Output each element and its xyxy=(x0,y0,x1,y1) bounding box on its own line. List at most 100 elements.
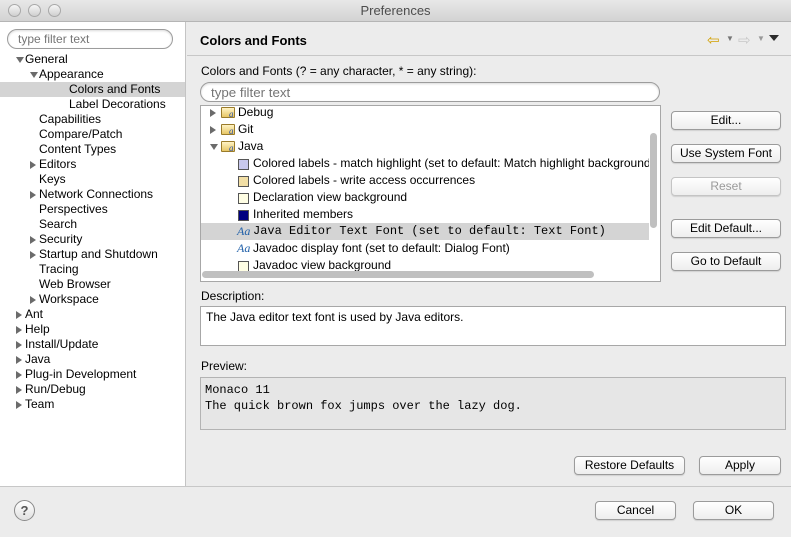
tree-item-appearance[interactable]: Appearance xyxy=(0,67,185,82)
help-icon[interactable]: ? xyxy=(14,500,35,521)
tree-horizontal-scrollbar[interactable] xyxy=(202,271,594,278)
tree-item-keys[interactable]: Keys xyxy=(0,172,185,187)
color-font-item-label: Declaration view background xyxy=(253,190,408,204)
edit-default-button[interactable]: Edit Default... xyxy=(671,219,781,238)
edit-button[interactable]: Edit... xyxy=(671,111,781,130)
tree-item-compare-patch[interactable]: Compare/Patch xyxy=(0,127,185,142)
tree-item-editors[interactable]: Editors xyxy=(0,157,185,172)
expand-closed-icon[interactable] xyxy=(30,191,36,199)
expand-closed-icon[interactable] xyxy=(16,326,22,334)
expand-closed-icon[interactable] xyxy=(30,251,36,259)
expand-closed-icon[interactable] xyxy=(16,356,22,364)
color-font-item[interactable]: Aa Javadoc display font (set to default: … xyxy=(201,240,649,257)
header-divider xyxy=(187,55,791,56)
restore-defaults-button[interactable]: Restore Defaults xyxy=(574,456,685,475)
expand-closed-icon[interactable] xyxy=(16,401,22,409)
color-font-item[interactable]: Colored labels - write access occurrence… xyxy=(201,172,649,189)
tree-item-label: Workspace xyxy=(39,292,99,306)
tree-item-label: Startup and Shutdown xyxy=(39,247,158,261)
color-font-item-label: Javadoc display font (set to default: Di… xyxy=(253,241,510,255)
expand-closed-icon[interactable] xyxy=(210,109,216,117)
expand-closed-icon[interactable] xyxy=(210,126,216,134)
tree-item-security[interactable]: Security xyxy=(0,232,185,247)
color-font-item[interactable]: a Debug xyxy=(201,105,649,121)
tree-vertical-scrollbar[interactable] xyxy=(650,133,657,228)
tree-item-label: Team xyxy=(25,397,55,411)
tree-item-label: Search xyxy=(39,217,78,231)
use-system-font-button[interactable]: Use System Font xyxy=(671,144,781,163)
back-history-dropdown-icon[interactable]: ▼ xyxy=(726,34,734,43)
tree-item-install-update[interactable]: Install/Update xyxy=(0,337,185,352)
expand-closed-icon[interactable] xyxy=(30,161,36,169)
back-arrow-icon[interactable]: ⇦ xyxy=(707,31,720,49)
tree-item-label: Perspectives xyxy=(39,202,108,216)
tree-item-label: Ant xyxy=(25,307,44,321)
tree-item-colors-and-fonts[interactable]: Colors and Fonts xyxy=(0,82,185,97)
tree-item-general[interactable]: General xyxy=(0,52,185,67)
expand-closed-icon[interactable] xyxy=(16,371,22,379)
forward-arrow-icon[interactable]: ⇨ xyxy=(738,31,751,49)
expand-open-icon[interactable] xyxy=(210,144,218,150)
tree-item-label: Colors and Fonts xyxy=(69,82,161,96)
expand-closed-icon[interactable] xyxy=(16,386,22,394)
expand-closed-icon[interactable] xyxy=(16,311,22,319)
tree-item-label: Label Decorations xyxy=(69,97,166,111)
tree-item-web-browser[interactable]: Web Browser xyxy=(0,277,185,292)
cancel-button[interactable]: Cancel xyxy=(595,501,676,520)
color-font-item[interactable]: a Git xyxy=(201,121,649,138)
tree-item-label: Editors xyxy=(39,157,77,171)
apply-button[interactable]: Apply xyxy=(699,456,781,475)
color-font-item-label: Java xyxy=(238,139,264,153)
color-swatch-icon xyxy=(238,159,249,170)
description-label: Description: xyxy=(201,289,265,303)
tree-item-java[interactable]: Java xyxy=(0,352,185,367)
forward-history-dropdown-icon[interactable]: ▼ xyxy=(757,34,765,43)
expand-closed-icon[interactable] xyxy=(30,296,36,304)
reset-button[interactable]: Reset xyxy=(671,177,781,196)
tree-item-label: Capabilities xyxy=(39,112,102,126)
tree-item-label: Network Connections xyxy=(39,187,154,201)
nav-filter-input[interactable] xyxy=(7,29,173,49)
colors-fonts-filter-input[interactable] xyxy=(200,82,660,102)
expand-closed-icon[interactable] xyxy=(30,236,36,244)
tree-item-capabilities[interactable]: Capabilities xyxy=(0,112,185,127)
view-menu-icon[interactable] xyxy=(769,35,779,41)
color-font-item-label: Colored labels - write access occurrence… xyxy=(253,173,476,187)
expand-closed-icon[interactable] xyxy=(16,341,22,349)
color-font-item-label: Colored labels - match highlight (set to… xyxy=(253,156,649,170)
font-icon: Aa xyxy=(237,241,251,255)
go-to-default-button[interactable]: Go to Default xyxy=(671,252,781,271)
color-font-item[interactable]: a Java xyxy=(201,138,649,155)
preview-font-name: Monaco 11 xyxy=(205,383,270,397)
tree-item-search[interactable]: Search xyxy=(0,217,185,232)
tree-item-help[interactable]: Help xyxy=(0,322,185,337)
colors-fonts-filter-label: Colors and Fonts (? = any character, * =… xyxy=(201,64,477,78)
tree-item-startup-and-shutdown[interactable]: Startup and Shutdown xyxy=(0,247,185,262)
tree-item-plug-in-development[interactable]: Plug-in Development xyxy=(0,367,185,382)
tree-item-label: Install/Update xyxy=(25,337,99,351)
tree-item-tracing[interactable]: Tracing xyxy=(0,262,185,277)
tree-item-run-debug[interactable]: Run/Debug xyxy=(0,382,185,397)
color-font-item[interactable]: Declaration view background xyxy=(201,189,649,206)
expand-open-icon[interactable] xyxy=(30,72,38,78)
color-swatch-icon xyxy=(238,210,249,221)
tree-item-workspace[interactable]: Workspace xyxy=(0,292,185,307)
tree-item-ant[interactable]: Ant xyxy=(0,307,185,322)
tree-item-label: Appearance xyxy=(39,67,104,81)
color-font-item[interactable]: Colored labels - match highlight (set to… xyxy=(201,155,649,172)
color-font-item[interactable]: Inherited members xyxy=(201,206,649,223)
tree-item-perspectives[interactable]: Perspectives xyxy=(0,202,185,217)
history-nav: ⇦ ▼ ⇨ ▼ xyxy=(707,31,783,49)
color-font-item[interactable]: Aa Java Editor Text Font (set to default:… xyxy=(201,223,649,240)
expand-open-icon[interactable] xyxy=(16,57,24,63)
tree-item-label-decorations[interactable]: Label Decorations xyxy=(0,97,185,112)
color-font-item-label: Git xyxy=(238,122,254,136)
tree-item-content-types[interactable]: Content Types xyxy=(0,142,185,157)
color-font-item-label: Debug xyxy=(238,105,274,119)
tree-item-team[interactable]: Team xyxy=(0,397,185,412)
tree-item-label: Run/Debug xyxy=(25,382,86,396)
ok-button[interactable]: OK xyxy=(693,501,774,520)
color-font-item-label: Inherited members xyxy=(253,207,354,221)
font-overlay-icon: a xyxy=(229,109,234,119)
tree-item-network-connections[interactable]: Network Connections xyxy=(0,187,185,202)
